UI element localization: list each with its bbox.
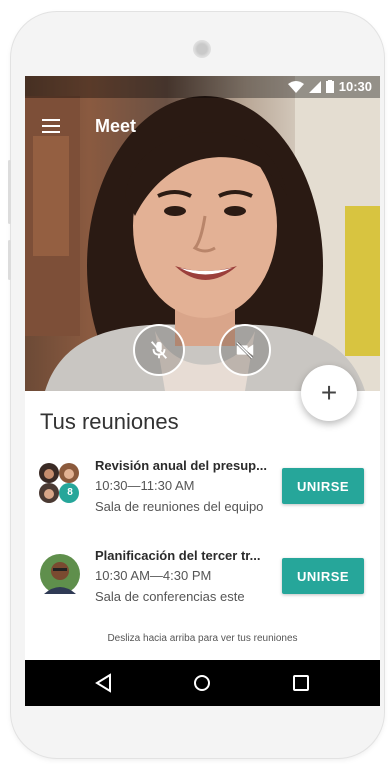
join-button[interactable]: UNIRSE <box>282 468 364 504</box>
join-button[interactable]: UNIRSE <box>282 558 364 594</box>
phone-speaker <box>193 40 211 58</box>
swipe-hint: Desliza hacia arriba para ver tus reunio… <box>107 633 298 644</box>
power-button <box>8 240 11 280</box>
meeting-time: 10:30—11:30 AM <box>95 478 195 493</box>
app-title: Meet <box>95 116 137 136</box>
home-circle-icon <box>194 675 210 691</box>
person-avatar-icon <box>40 554 80 594</box>
meeting-item[interactable]: Planificación del tercer tr... 10:30 AM—… <box>25 548 380 618</box>
extra-participants-count: 8 <box>67 487 73 498</box>
back-triangle-icon <box>95 673 111 693</box>
mic-off-icon <box>150 341 168 359</box>
back-button[interactable] <box>91 670 117 696</box>
meeting-title: Revisión anual del presup... <box>95 458 267 473</box>
participants-avatar-group: 8 <box>38 461 82 505</box>
camera-preview: 10:30 Meet <box>25 76 380 391</box>
mute-mic-button[interactable] <box>133 324 185 376</box>
wifi-icon <box>287 80 304 93</box>
status-bar: 10:30 <box>25 76 380 98</box>
recents-button[interactable] <box>288 670 314 696</box>
home-button[interactable] <box>189 670 215 696</box>
avatar <box>40 554 80 594</box>
videocam-off-icon <box>235 341 254 360</box>
meeting-room: Sala de reuniones del equipo <box>95 499 264 514</box>
recents-square-icon <box>293 675 309 691</box>
meeting-room: Sala de conferencias este <box>95 589 245 604</box>
volume-button <box>8 160 11 224</box>
app-bar: Meet <box>25 106 380 146</box>
status-time: 10:30 <box>338 79 372 94</box>
avatar-group-icon <box>39 463 79 503</box>
meeting-title: Planificación del tercer tr... <box>95 548 261 563</box>
meeting-time: 10:30 AM—4:30 PM <box>95 568 212 583</box>
screen: 10:30 Meet + Tus reuniones 8 Revisión an… <box>25 76 380 706</box>
battery-icon <box>325 80 334 93</box>
menu-icon[interactable] <box>42 119 60 133</box>
camera-off-button[interactable] <box>219 324 271 376</box>
new-meeting-button[interactable]: + <box>301 365 357 421</box>
plus-icon: + <box>320 377 338 408</box>
navigation-bar <box>25 660 380 706</box>
section-title: Tus reuniones <box>40 409 179 434</box>
meeting-item[interactable]: 8 Revisión anual del presup... 10:30—11:… <box>25 458 380 528</box>
signal-icon <box>308 80 321 93</box>
